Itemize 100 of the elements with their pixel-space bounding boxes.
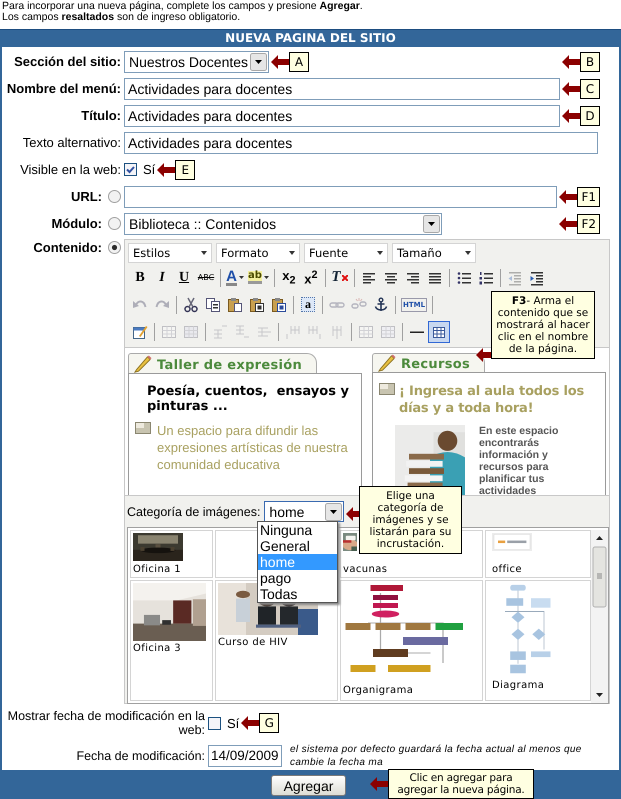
- panel-header: NUEVA PAGINA DEL SITIO: [0, 29, 621, 47]
- callout-label: D: [580, 106, 600, 126]
- caret-icon: [465, 251, 471, 255]
- tooltip: Clic en agregar para agregar la nueva página.: [388, 769, 534, 799]
- image-tile[interactable]: Oficina 3: [130, 580, 213, 701]
- radio-button[interactable]: [108, 217, 121, 230]
- checkbox[interactable]: [208, 716, 221, 730]
- caret-icon: [238, 276, 244, 279]
- copy-icon[interactable]: [205, 296, 221, 312]
- caret-icon[interactable]: [250, 52, 267, 70]
- scrollbar[interactable]: [591, 530, 608, 703]
- anchor-icon[interactable]: [373, 296, 389, 312]
- image-tile[interactable]: Organigrama: [340, 580, 483, 701]
- dropdown[interactable]: home: [264, 501, 344, 522]
- image-caption: Organigrama: [343, 685, 414, 696]
- radio-button[interactable]: [108, 241, 121, 254]
- instruction-text: Para incorporar una nueva página, complete los campos y presione Agregar.: [2, 1, 364, 12]
- arrow-icon: [559, 216, 578, 230]
- field-label: Mostrar fecha de modificación en la web:: [6, 709, 205, 737]
- superscript-button[interactable]: x$^{2}$: [300, 266, 322, 288]
- dropdown[interactable]: Nuestros Docentes: [124, 50, 269, 72]
- caret-icon: [289, 251, 295, 255]
- callout-label: B: [580, 52, 600, 72]
- field-label: Contenido:: [33, 240, 102, 255]
- arrow-icon: [370, 777, 388, 791]
- field-label: Visible en la web:: [20, 162, 121, 177]
- bold-button[interactable]: B: [129, 266, 151, 288]
- pencil-icon: [133, 355, 153, 373]
- content-text: Un espacio para difundir las expresiones artísticas de nuestra comunidad educativa: [157, 422, 349, 473]
- text-field[interactable]: [124, 186, 558, 208]
- field-label: Sección del sitio:: [14, 54, 121, 69]
- toolbar-dropdown[interactable]: Tamaño: [392, 243, 476, 263]
- toolbar-dropdown[interactable]: Estilos: [128, 243, 212, 263]
- dropdown[interactable]: Biblioteca :: Contenidos: [124, 212, 442, 234]
- toolbar-dropdown[interactable]: Fuente: [304, 243, 388, 263]
- font-color-button[interactable]: A: [224, 266, 246, 288]
- clipboard-icon[interactable]: [227, 296, 243, 312]
- image-icon: [135, 422, 151, 434]
- dropdown-option[interactable]: Todas: [258, 586, 337, 602]
- date-field[interactable]: 14/09/2009: [208, 744, 282, 766]
- caret-icon: [377, 251, 383, 255]
- field-label: Módulo:: [51, 216, 102, 231]
- subscript-button[interactable]: x$_{2}$: [278, 266, 300, 288]
- content-heading: ¡ Ingresa al aula todos los días y a toda hora!: [399, 383, 586, 417]
- image-tile[interactable]: Diagrama: [485, 580, 591, 701]
- callout-label: A: [289, 52, 309, 72]
- instruction-text: Los campos resaltados son de ingreso obligatorio.: [2, 12, 240, 23]
- arrow-icon: [562, 54, 580, 68]
- italic-button[interactable]: I: [151, 266, 173, 288]
- arrow-icon: [241, 716, 260, 730]
- caret-icon[interactable]: [325, 502, 342, 520]
- tooltip: Elige una categoría de imágenes y se listarán para su incrustación.: [359, 486, 462, 554]
- notepad-icon[interactable]: [132, 324, 148, 340]
- strikethrough-button[interactable]: ABC: [195, 266, 217, 288]
- indent-icon[interactable]: [528, 270, 545, 286]
- select-all-button[interactable]: a: [297, 294, 319, 316]
- checkbox[interactable]: [124, 163, 137, 176]
- option-label: Sí: [227, 716, 240, 730]
- caret-icon: [264, 276, 269, 279]
- toolbar-dropdown[interactable]: Formato: [216, 243, 300, 263]
- field-label: Nombre del menú:: [6, 81, 121, 96]
- image-tile[interactable]: office: [485, 530, 591, 578]
- image-caption: Oficina 1: [133, 564, 182, 575]
- content-heading: Poesía, cuentos, ensayos y pinturas ...: [146, 384, 350, 414]
- text-field[interactable]: Actividades para docentes: [124, 78, 560, 100]
- image-caption: office: [492, 564, 522, 575]
- image-caption: Diagrama: [492, 680, 544, 691]
- text-field[interactable]: Actividades para docentes: [124, 132, 598, 154]
- field-label: Fecha de modificación:: [76, 748, 205, 762]
- clipboard-icon[interactable]: [271, 296, 287, 312]
- callout-label: C: [580, 78, 600, 98]
- option-label: Sí: [143, 162, 156, 177]
- bulleted-list-icon[interactable]: [456, 270, 472, 286]
- underline-button[interactable]: U: [173, 266, 195, 288]
- image-tile[interactable]: Oficina 1: [130, 530, 213, 578]
- image-caption: Oficina 3: [133, 643, 182, 654]
- dropdown-option[interactable]: General: [258, 538, 337, 554]
- callout-label: F2: [577, 214, 600, 234]
- text-field[interactable]: Actividades para docentes: [124, 104, 560, 126]
- arrow-icon: [562, 82, 580, 96]
- submit-button[interactable]: Agregar: [270, 775, 346, 796]
- caret-icon[interactable]: [423, 214, 440, 232]
- radio-button[interactable]: [108, 190, 121, 203]
- highlight-button[interactable]: ab: [246, 266, 271, 288]
- scissors-icon[interactable]: [183, 296, 199, 312]
- clipboard-icon[interactable]: [249, 296, 265, 312]
- remove-format-button[interactable]: T: [328, 266, 351, 288]
- arrow-icon: [271, 54, 289, 68]
- field-label: URL:: [70, 189, 102, 204]
- cross-icon: [342, 274, 348, 280]
- numbered-list-icon[interactable]: [478, 270, 494, 286]
- callout-label: F1: [577, 186, 600, 206]
- caret-icon: [201, 251, 207, 255]
- callout-label: G: [259, 713, 280, 733]
- dropdown-option[interactable]: Ninguna: [258, 522, 337, 538]
- tooltip: F3- Arma el contenido que se mostrará al hacer clic en el nombre de la página.: [491, 291, 595, 359]
- callout-label: E: [175, 160, 196, 180]
- arrow-icon: [562, 108, 580, 122]
- pencil-icon: [377, 354, 397, 372]
- image-icon: [379, 383, 395, 395]
